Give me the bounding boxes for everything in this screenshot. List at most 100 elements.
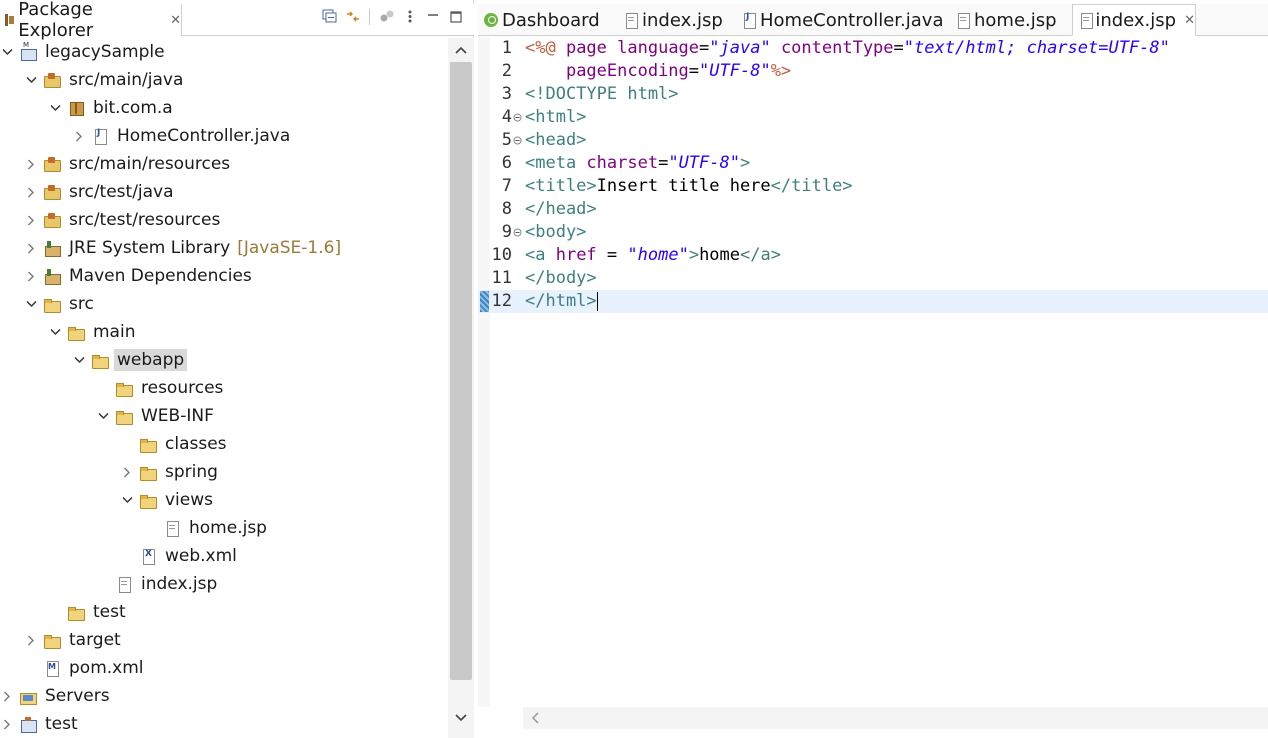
line-number: 9 [501,222,512,242]
code-token: </head> [525,199,597,219]
editor-tab[interactable]: home.jsp [950,4,1072,36]
package-explorer-icon [3,12,15,28]
code-line[interactable]: 6 <meta charset="UTF-8"> [478,152,1268,175]
minimize-icon[interactable] [424,8,441,25]
chevron-right-icon[interactable] [24,234,38,262]
tree-item[interactable]: HomeController.java [0,122,448,150]
tree-item[interactable]: src [0,290,448,318]
package-explorer-tab[interactable]: Package Explorer ✕ [0,0,182,41]
code-token: </html> [525,291,597,311]
code-token: <head> [525,130,587,150]
editor-tab[interactable]: index.jsp ✕ [1072,4,1196,36]
folder-icon [68,324,85,341]
tree-item[interactable]: legacySample [0,38,448,66]
chevron-down-icon[interactable] [48,318,62,346]
tree-item[interactable]: pom.xml [0,654,448,682]
chevron-down-icon[interactable] [24,290,38,318]
code-line[interactable]: 10 <a href = "home">home</a> [478,244,1268,267]
tree-item[interactable]: src/main/resources [0,150,448,178]
tree-item[interactable]: main [0,318,448,346]
code-line[interactable]: 12 </html> [478,290,1268,313]
tree-item[interactable]: Maven Dependencies [0,262,448,290]
chevron-right-icon[interactable] [24,206,38,234]
editor-tab[interactable]: index.jsp [618,4,736,36]
close-icon[interactable]: ✕ [170,13,181,28]
tree-item[interactable]: src/test/java [0,178,448,206]
tree-item[interactable]: test [0,710,448,738]
tree-item[interactable]: test [0,598,448,626]
tree-item-label: home.jsp [189,518,267,538]
chevron-down-icon[interactable] [96,402,110,430]
maximize-icon[interactable] [447,8,464,25]
code-token: > [688,245,700,265]
chevron-right-icon[interactable] [0,682,14,710]
focus-on-task-icon[interactable] [378,8,395,25]
tree-item-label: test [93,602,126,622]
chevron-down-icon[interactable] [48,94,62,122]
tree-item[interactable]: Servers [0,682,448,710]
tree-item[interactable]: index.jsp [0,570,448,598]
tree-item[interactable]: web.xml [0,542,448,570]
code-token: %> [770,61,792,81]
scroll-up-icon[interactable] [448,38,474,62]
code-line[interactable]: 9 <body> [478,221,1268,244]
tree-item[interactable]: src/main/java [0,66,448,94]
code-editor[interactable]: 1 <%@ page language="java" contentType="t… [478,37,1268,707]
tree-item[interactable]: classes [0,430,448,458]
code-line[interactable]: 8 </head> [478,198,1268,221]
chevron-right-icon[interactable] [0,710,14,738]
tree-item[interactable]: bit.com.a [0,94,448,122]
tree-item[interactable]: resources [0,374,448,402]
code-line[interactable]: 7 <title>Insert title here</title> [478,175,1268,198]
collapse-all-icon[interactable] [321,8,338,25]
line-number: 6 [501,153,512,173]
code-token: contentType [780,38,894,58]
code-line[interactable]: 4 <html> [478,106,1268,129]
code-line[interactable]: 5 <head> [478,129,1268,152]
code-line[interactable]: 1 <%@ page language="java" contentType="t… [478,37,1268,60]
code-line[interactable]: 2 pageEncoding="UTF-8"%> [478,60,1268,83]
view-menu-icon[interactable] [401,8,418,25]
chevron-right-icon[interactable] [24,150,38,178]
tree-item[interactable]: views [0,486,448,514]
link-with-editor-icon[interactable] [344,8,361,25]
chevron-right-icon[interactable] [24,178,38,206]
view-toolbar [321,8,464,25]
chevron-right-icon[interactable] [24,262,38,290]
chevron-down-icon[interactable] [120,486,134,514]
code-text: <meta charset="UTF-8"> [525,152,750,175]
tree-item[interactable]: home.jsp [0,514,448,542]
editor-tab-label: HomeController.java [760,9,944,31]
vertical-scrollbar[interactable] [448,38,474,738]
tree-item[interactable]: WEB-INF [0,402,448,430]
chevron-right-icon[interactable] [120,458,134,486]
line-number: 5 [501,130,512,150]
project-icon [20,716,37,733]
horizontal-scrollbar[interactable] [523,707,1268,729]
editor-tab[interactable]: HomeController.java [736,4,950,36]
chevron-down-icon[interactable] [0,38,14,66]
chevron-down-icon[interactable] [24,66,38,94]
code-line[interactable]: 11 </body> [478,267,1268,290]
code-token: "UTF-8" [668,153,740,173]
scroll-thumb[interactable] [450,62,472,680]
tree-item[interactable]: spring [0,458,448,486]
scroll-down-icon[interactable] [448,706,474,730]
folder-icon [140,436,157,453]
tree-item[interactable]: target [0,626,448,654]
editor-tab[interactable]: Dashboard [478,4,618,36]
scroll-left-icon[interactable] [531,712,539,724]
chevron-right-icon[interactable] [24,626,38,654]
chevron-down-icon[interactable] [72,346,86,374]
tree-item[interactable]: src/test/resources [0,206,448,234]
code-line[interactable]: 3 <!DOCTYPE html> [478,83,1268,106]
chevron-right-icon[interactable] [72,122,86,150]
java-file-icon [92,128,108,145]
tree-item-label: webapp [114,349,188,371]
xml-file-icon [140,548,156,565]
tree-item[interactable]: JRE System Library [JavaSE-1.6] [0,234,448,262]
close-icon[interactable]: ✕ [1184,13,1195,28]
tree-item[interactable]: webapp [0,346,448,374]
